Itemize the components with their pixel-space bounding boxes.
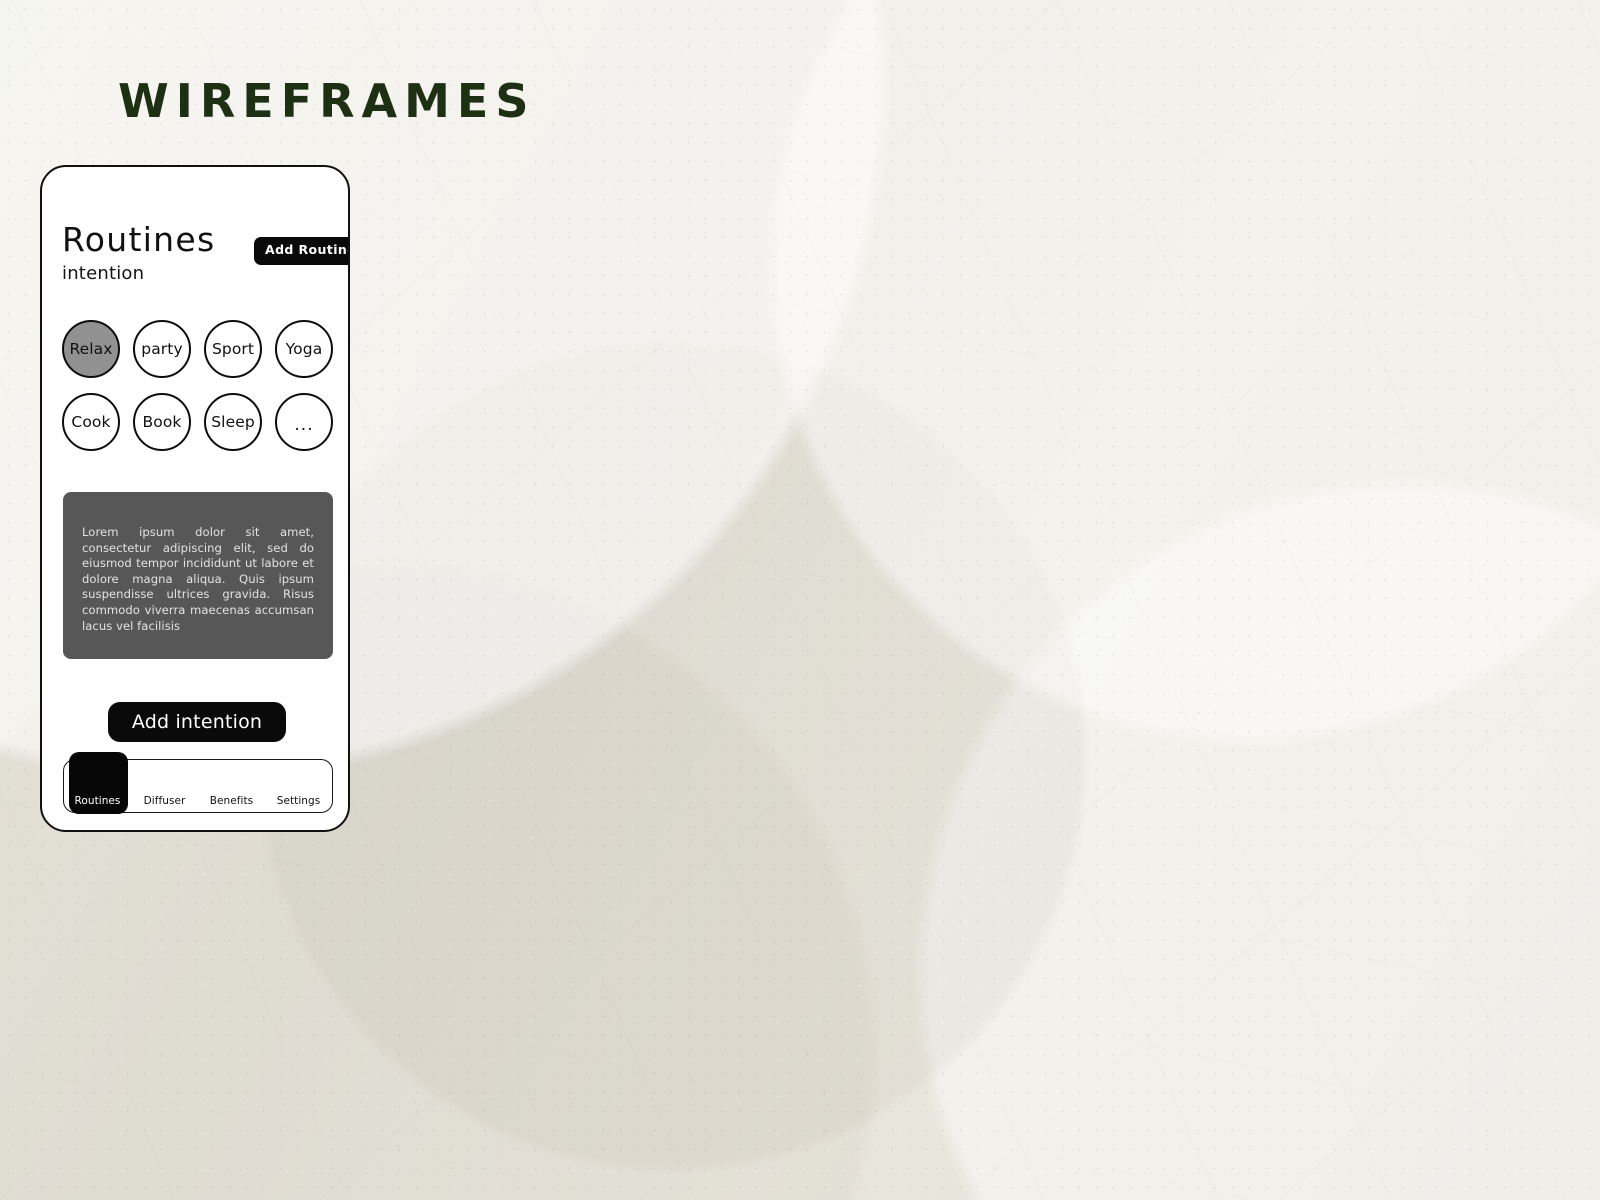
phone-mockup-frame: Routines Add Routine intention Relax par… — [40, 165, 350, 832]
page-title: WIREFRAMES — [118, 74, 536, 128]
routine-chip-label: party — [141, 340, 183, 358]
nav-item-diffuser[interactable]: Diffuser — [131, 795, 198, 812]
routine-chip-sleep[interactable]: Sleep — [204, 393, 262, 451]
screen-subtitle: intention — [62, 263, 145, 284]
routine-chip-yoga[interactable]: Yoga — [275, 320, 333, 378]
routine-chip-party[interactable]: party — [133, 320, 191, 378]
routine-chip-grid: Relax party Sport Yoga Cook Book Sleep .… — [62, 320, 334, 451]
routine-chip-book[interactable]: Book — [133, 393, 191, 451]
screen-title: Routines — [62, 220, 216, 259]
bottom-navigation-bar: Routines Diffuser Benefits Settings — [63, 752, 333, 814]
nav-item-benefits[interactable]: Benefits — [198, 795, 265, 812]
routine-chip-label: Relax — [69, 340, 113, 358]
routine-chip-label: Sleep — [211, 413, 255, 431]
routine-chip-relax[interactable]: Relax — [62, 320, 120, 378]
nav-item-routines[interactable]: Routines — [64, 795, 131, 812]
description-panel: Lorem ipsum dolor sit amet, consectetur … — [63, 492, 333, 659]
routine-chip-cook[interactable]: Cook — [62, 393, 120, 451]
description-text: Lorem ipsum dolor sit amet, consectetur … — [82, 525, 314, 633]
routine-chip-label: Sport — [211, 340, 255, 358]
add-routine-button[interactable]: Add Routine — [254, 237, 348, 265]
nav-item-settings[interactable]: Settings — [265, 795, 332, 812]
screen-header: Routines Add Routine — [62, 219, 348, 265]
routine-chip-sport[interactable]: Sport — [204, 320, 262, 378]
add-intention-button[interactable]: Add intention — [108, 702, 286, 742]
routine-chip-label: Yoga — [285, 340, 323, 358]
routine-chip-label: Cook — [71, 413, 111, 431]
ellipsis-icon: ... — [294, 415, 314, 435]
routine-chip-label: Book — [142, 413, 182, 431]
phone-screen: Routines Add Routine intention Relax par… — [42, 167, 348, 830]
routine-chip-more[interactable]: ... — [275, 393, 333, 451]
